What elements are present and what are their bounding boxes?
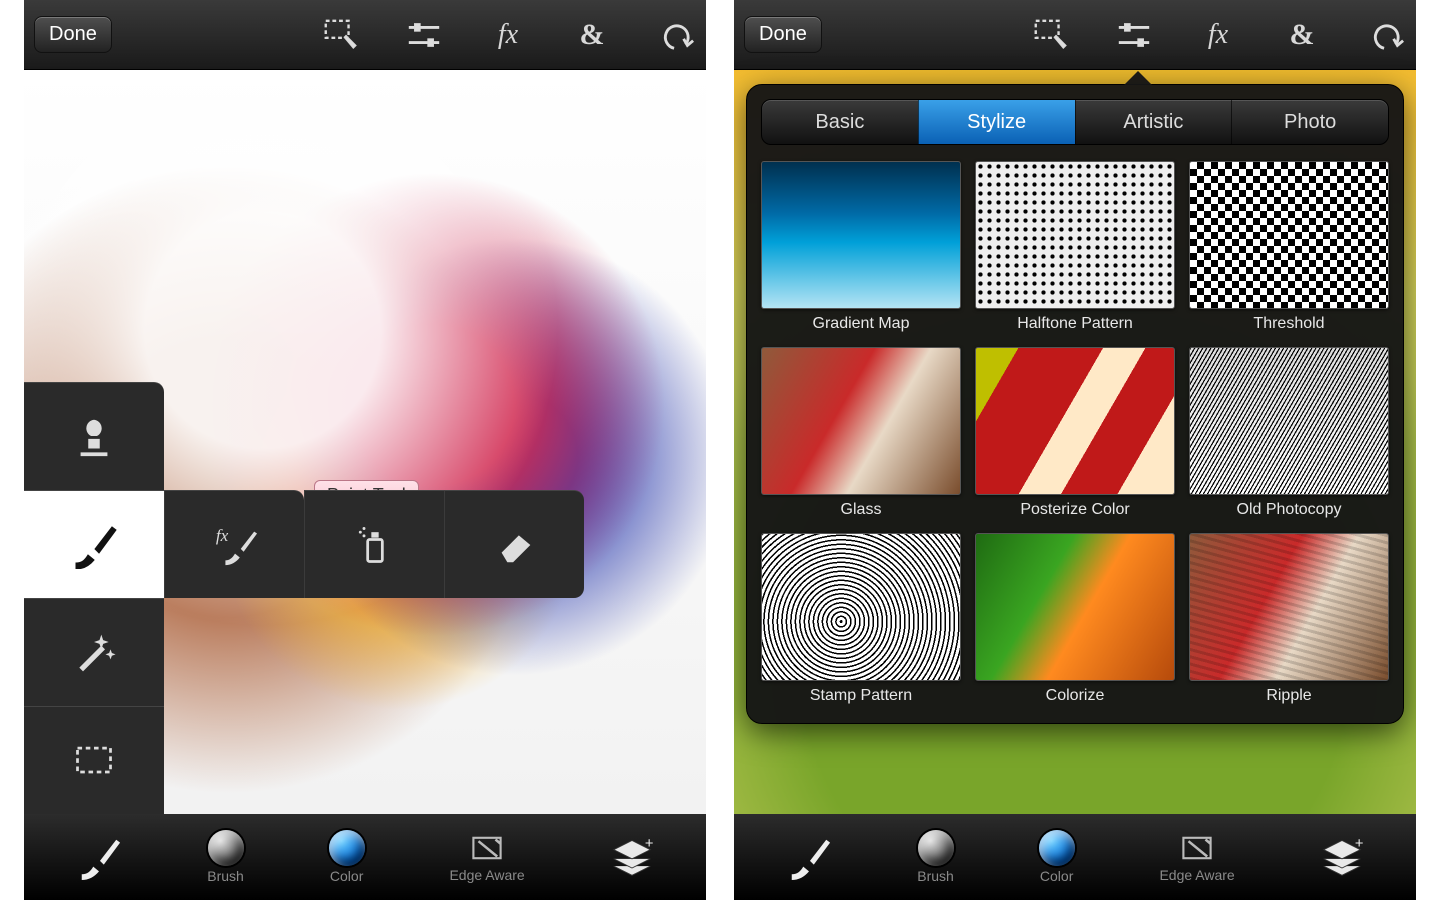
adjustments-icon[interactable] bbox=[1114, 15, 1154, 55]
effect-glass[interactable]: Glass bbox=[761, 347, 961, 519]
undo-icon[interactable] bbox=[656, 15, 696, 55]
layers-button[interactable]: + bbox=[610, 835, 654, 879]
color-swatch[interactable]: Color bbox=[329, 830, 365, 884]
active-tool-brush-icon[interactable] bbox=[76, 834, 122, 880]
effect-thumb bbox=[761, 533, 961, 681]
active-tool-brush-icon[interactable] bbox=[786, 834, 832, 880]
effect-thumb bbox=[975, 533, 1175, 681]
top-toolbar: Done fx & bbox=[734, 0, 1416, 70]
color-swatch[interactable]: Color bbox=[1039, 830, 1075, 884]
done-button[interactable]: Done bbox=[34, 16, 112, 53]
tool-rail: fx bbox=[24, 382, 164, 814]
brush-color-icon bbox=[208, 830, 244, 866]
edge-aware-toggle[interactable]: Edge Aware bbox=[1159, 831, 1234, 883]
fx-brush-tool[interactable]: fx bbox=[164, 490, 304, 598]
done-button[interactable]: Done bbox=[744, 16, 822, 53]
fx-category-tabs: Basic Stylize Artistic Photo bbox=[761, 99, 1389, 145]
eraser-tool[interactable] bbox=[444, 490, 584, 598]
paint-color-icon bbox=[329, 830, 365, 866]
adjustments-icon[interactable] bbox=[404, 15, 444, 55]
top-tool-icons: fx & bbox=[1030, 15, 1406, 55]
stamp-tool[interactable] bbox=[24, 382, 164, 490]
effect-colorize[interactable]: Colorize bbox=[975, 533, 1175, 705]
fx-popover: Basic Stylize Artistic Photo Gradient Ma… bbox=[746, 84, 1404, 724]
effect-thumb bbox=[1189, 161, 1389, 309]
undo-icon[interactable] bbox=[1366, 15, 1406, 55]
edge-aware-toggle[interactable]: Edge Aware bbox=[449, 831, 524, 883]
brush-color-icon bbox=[918, 830, 954, 866]
screenshot-left: Done fx & Paint Tool bbox=[24, 0, 706, 900]
top-toolbar: Done fx & bbox=[24, 0, 706, 70]
effect-posterize-color[interactable]: Posterize Color bbox=[975, 347, 1175, 519]
svg-text:+: + bbox=[1354, 836, 1363, 852]
fx-icon[interactable]: fx bbox=[488, 15, 528, 55]
spray-tool[interactable] bbox=[304, 490, 444, 598]
top-tool-icons: fx & bbox=[320, 15, 696, 55]
effect-stamp-pattern[interactable]: Stamp Pattern bbox=[761, 533, 961, 705]
paint-color-icon bbox=[1039, 830, 1075, 866]
effect-thumb bbox=[1189, 347, 1389, 495]
paint-tool-flyout: fx bbox=[164, 490, 584, 598]
effect-halftone-pattern[interactable]: Halftone Pattern bbox=[975, 161, 1175, 333]
effect-thumb bbox=[975, 161, 1175, 309]
effect-thumb bbox=[1189, 533, 1389, 681]
svg-text:fx: fx bbox=[215, 526, 228, 545]
screenshot-right: Done fx & Basic Stylize Artistic Photo G… bbox=[734, 0, 1416, 900]
fx-grid: Gradient Map Halftone Pattern Threshold … bbox=[761, 161, 1389, 705]
selection-brush-icon[interactable] bbox=[320, 15, 360, 55]
magic-wand-tool[interactable] bbox=[24, 598, 164, 706]
effect-thumb bbox=[761, 347, 961, 495]
ampersand-icon[interactable]: & bbox=[572, 15, 612, 55]
tab-artistic[interactable]: Artistic bbox=[1075, 100, 1232, 144]
marquee-tool[interactable] bbox=[24, 706, 164, 814]
fx-icon[interactable]: fx bbox=[1198, 15, 1238, 55]
effect-threshold[interactable]: Threshold bbox=[1189, 161, 1389, 333]
bottom-toolbar: Brush Color Edge Aware + bbox=[734, 814, 1416, 900]
tab-stylize[interactable]: Stylize bbox=[918, 100, 1075, 144]
brush-swatch[interactable]: Brush bbox=[917, 830, 954, 884]
effect-thumb bbox=[761, 161, 961, 309]
paint-brush-tool[interactable] bbox=[24, 490, 164, 598]
tab-basic[interactable]: Basic bbox=[762, 100, 918, 144]
effect-ripple[interactable]: Ripple bbox=[1189, 533, 1389, 705]
tab-photo[interactable]: Photo bbox=[1231, 100, 1388, 144]
effect-gradient-map[interactable]: Gradient Map bbox=[761, 161, 961, 333]
effect-old-photocopy[interactable]: Old Photocopy bbox=[1189, 347, 1389, 519]
layers-button[interactable]: + bbox=[1320, 835, 1364, 879]
selection-brush-icon[interactable] bbox=[1030, 15, 1070, 55]
bottom-toolbar: Brush Color Edge Aware + bbox=[24, 814, 706, 900]
brush-swatch[interactable]: Brush bbox=[207, 830, 244, 884]
svg-text:+: + bbox=[644, 836, 653, 852]
ampersand-icon[interactable]: & bbox=[1282, 15, 1322, 55]
effect-thumb bbox=[975, 347, 1175, 495]
